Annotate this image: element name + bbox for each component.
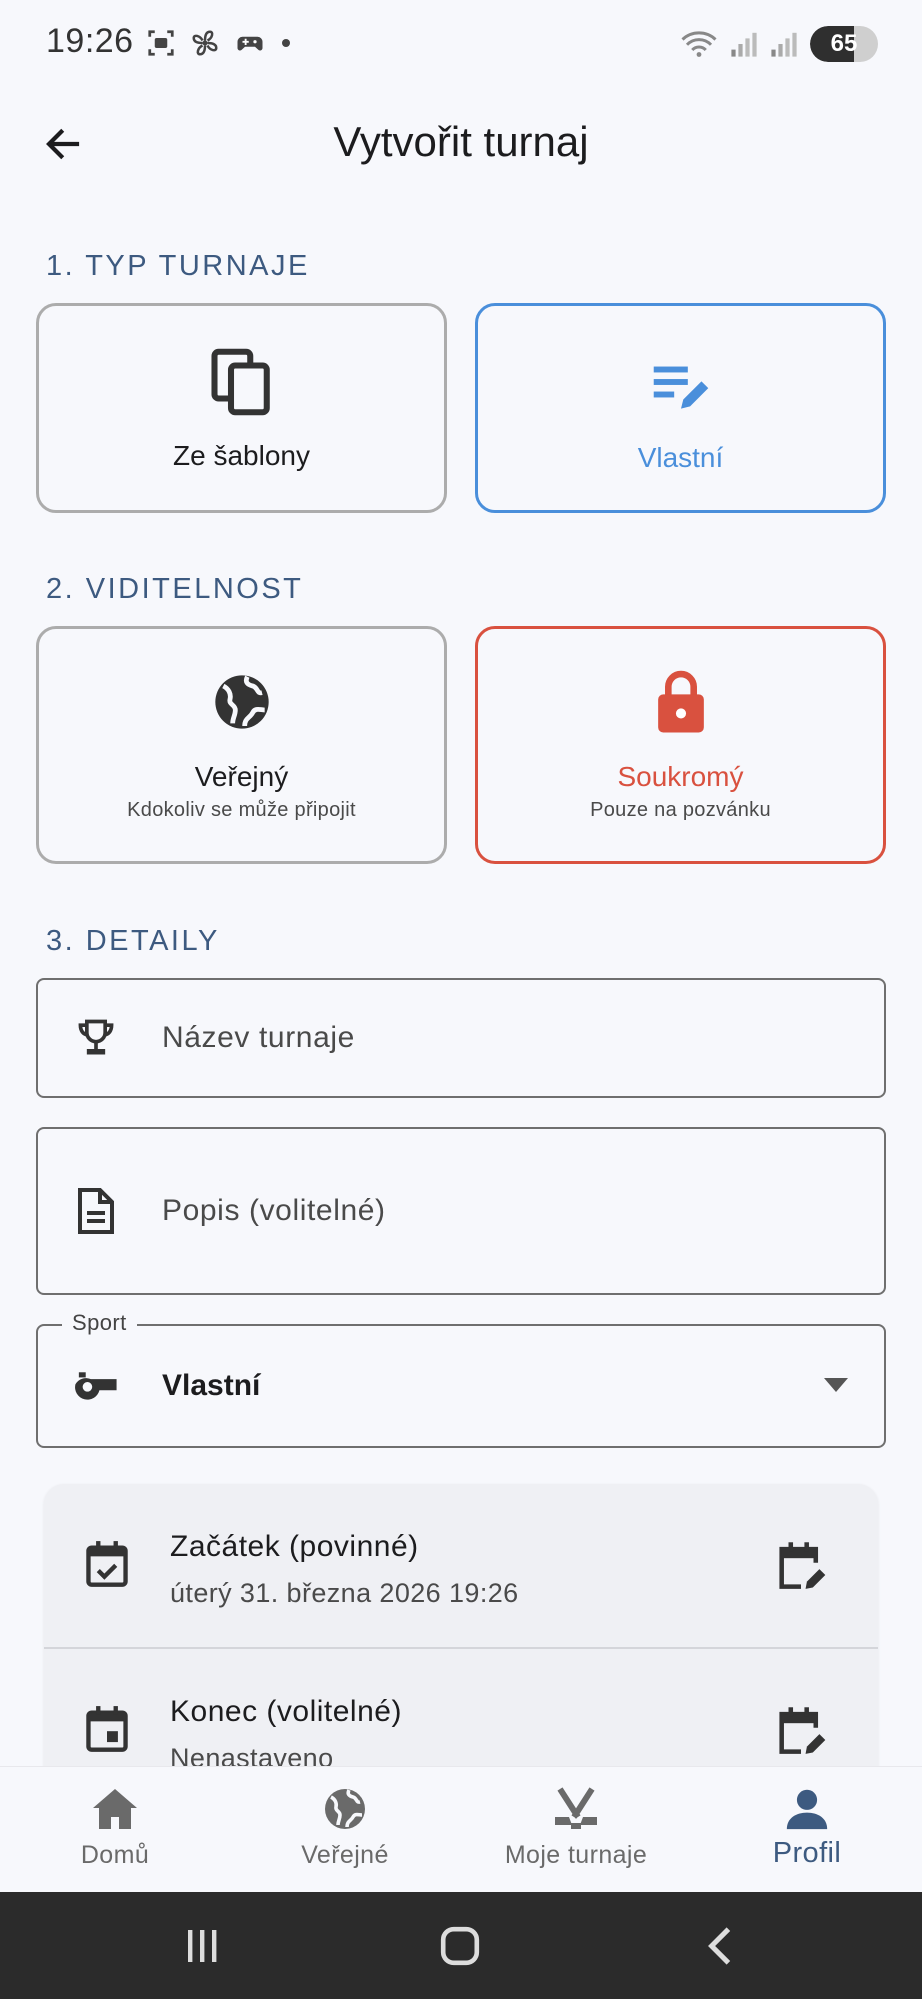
- option-card-subtitle: Kdokoliv se může připojit: [127, 799, 356, 821]
- recent-apps-button[interactable]: [162, 1916, 242, 1976]
- event-available-icon: [84, 1540, 130, 1593]
- battery-indicator: 65: [810, 26, 878, 62]
- chevron-down-icon: [824, 1378, 848, 1392]
- tournament-name-placeholder: Název turnaje: [162, 1021, 355, 1054]
- status-system-icons: 65: [680, 26, 878, 62]
- hockey-sticks-icon: [552, 1785, 600, 1833]
- nav-item-label: Veřejné: [301, 1841, 389, 1869]
- page-title: Vytvořit turnaj: [333, 118, 589, 165]
- description-placeholder: Popis (volitelné): [162, 1194, 386, 1227]
- dot-icon: [282, 39, 290, 47]
- trophy-icon: [68, 1016, 124, 1060]
- sport-select-value: Vlastní: [162, 1369, 261, 1402]
- option-card-subtitle: Pouze na pozvánku: [590, 799, 771, 821]
- nav-item-home[interactable]: Domů: [0, 1767, 230, 1893]
- option-card-public[interactable]: Veřejný Kdokoliv se může připojit: [36, 626, 447, 864]
- fan-icon: [192, 30, 218, 56]
- system-navigation-bar: [0, 1892, 922, 1999]
- chevron-left-icon: [708, 1927, 731, 1965]
- edit-calendar-icon[interactable]: [776, 1705, 826, 1760]
- screenshot-icon: [148, 30, 174, 56]
- wifi-icon: [681, 31, 717, 57]
- whistle-icon: [68, 1369, 124, 1403]
- section-header-type: 1. TYP TURNAJE: [46, 250, 310, 282]
- bottom-navigation: Domů Veřejné Moje turnaje Profil: [0, 1766, 922, 1892]
- event-icon: [84, 1705, 130, 1758]
- recent-apps-icon: [188, 1930, 217, 1962]
- globe-icon: [210, 669, 274, 735]
- lock-icon: [654, 669, 708, 735]
- start-date-row[interactable]: Začátek (povinné) úterý 31. března 2026 …: [44, 1484, 878, 1647]
- globe-icon: [321, 1785, 369, 1833]
- person-icon: [785, 1785, 829, 1833]
- option-card-label: Vlastní: [637, 442, 724, 473]
- signal-icon: [731, 32, 757, 57]
- option-card-custom[interactable]: Vlastní: [475, 303, 886, 513]
- status-time: 19:26: [46, 22, 134, 60]
- start-date-title: Začátek (povinné): [170, 1530, 419, 1563]
- nav-item-my-tournaments[interactable]: Moje turnaje: [461, 1767, 691, 1893]
- option-card-template[interactable]: Ze šablony: [36, 303, 447, 513]
- document-icon: [68, 1187, 124, 1235]
- section-header-details: 3. DETAILY: [46, 925, 220, 957]
- tournament-name-input[interactable]: Název turnaje: [36, 978, 886, 1098]
- nav-item-label: Moje turnaje: [504, 1841, 648, 1869]
- edit-note-icon: [651, 354, 711, 420]
- nav-item-public[interactable]: Veřejné: [230, 1767, 460, 1893]
- section-header-visibility: 2. VIDITELNOST: [46, 573, 304, 605]
- nav-item-label: Profil: [772, 1837, 842, 1869]
- copy-icon: [209, 344, 275, 420]
- status-notification-icons: [146, 28, 292, 58]
- option-card-label: Ze šablony: [173, 440, 310, 471]
- end-date-title: Konec (volitelné): [170, 1695, 402, 1728]
- signal-icon-2: [771, 32, 797, 57]
- sport-select-label: Sport: [62, 1310, 137, 1336]
- description-input[interactable]: Popis (volitelné): [36, 1127, 886, 1295]
- back-system-button[interactable]: [680, 1916, 760, 1976]
- gamepad-icon: [237, 36, 263, 51]
- battery-level: 65: [830, 30, 858, 57]
- start-date-value: úterý 31. března 2026 19:26: [170, 1578, 519, 1608]
- option-card-private[interactable]: Soukromý Pouze na pozvánku: [475, 626, 886, 864]
- nav-item-label: Domů: [80, 1841, 150, 1869]
- home-square-icon: [440, 1926, 480, 1966]
- option-card-label: Soukromý: [617, 761, 744, 792]
- status-bar: 19:26 65: [0, 0, 922, 90]
- sport-select[interactable]: Vlastní: [36, 1324, 886, 1448]
- home-system-button[interactable]: [420, 1916, 500, 1976]
- edit-calendar-icon[interactable]: [776, 1540, 826, 1595]
- nav-item-profile[interactable]: Profil: [692, 1767, 922, 1893]
- home-icon: [91, 1785, 139, 1833]
- option-card-label: Veřejný: [194, 761, 289, 792]
